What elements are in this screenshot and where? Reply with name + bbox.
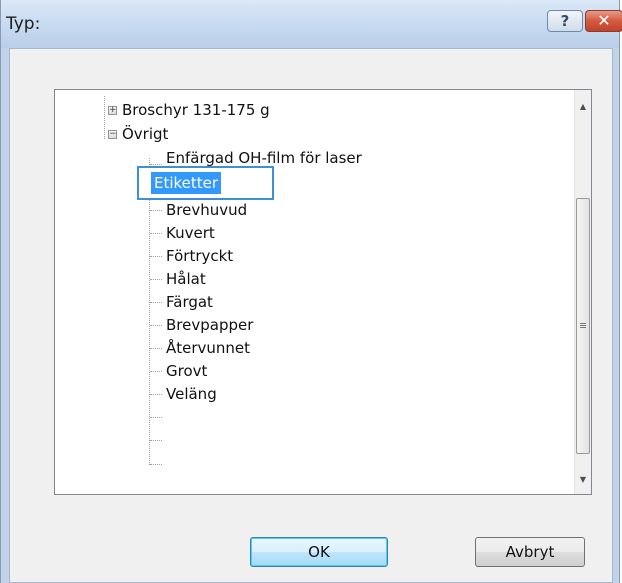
scrollbar-thumb[interactable]	[576, 198, 590, 454]
tree-line	[150, 371, 162, 372]
close-icon: ✕	[597, 11, 611, 30]
scroll-up-icon[interactable]: ▲	[575, 98, 591, 115]
tree-item-etiketter[interactable]: Etiketter	[151, 172, 222, 194]
help-button[interactable]: ?	[547, 10, 583, 32]
cancel-button[interactable]: Avbryt	[475, 537, 585, 567]
dialog-body: + Broschyr 131-175 g − Övrigt Enfärgad O…	[9, 48, 613, 583]
ok-button[interactable]: OK	[250, 537, 388, 567]
tree-item-grovt[interactable]: Grovt	[166, 360, 207, 384]
tree-item-broschyr[interactable]: Broschyr 131-175 g	[122, 99, 270, 123]
title-bar[interactable]: Typ: ? ✕	[1, 0, 622, 48]
grip-icon	[580, 323, 586, 324]
collapse-icon[interactable]: −	[108, 130, 117, 139]
tree-line	[104, 96, 105, 139]
tree-item-fargat[interactable]: Färgat	[166, 291, 213, 315]
tree-line	[150, 464, 162, 465]
tree-line	[150, 302, 162, 303]
tree-line	[150, 348, 162, 349]
tree-line	[150, 210, 162, 211]
tree-line	[150, 256, 162, 257]
expand-icon[interactable]: +	[108, 106, 117, 115]
tree-line	[150, 233, 162, 234]
tree-item-kuvert[interactable]: Kuvert	[166, 222, 215, 246]
help-icon: ?	[560, 12, 570, 30]
tree-item-ovrigt[interactable]: Övrigt	[122, 123, 168, 147]
tree-line	[150, 325, 162, 326]
tree-line	[150, 164, 162, 165]
tree-item-velang[interactable]: Veläng	[166, 383, 217, 407]
tree-item-atervunnet[interactable]: Återvunnet	[166, 337, 250, 361]
tree-item-halat[interactable]: Hålat	[166, 268, 206, 292]
tree-item-etiketter-selected[interactable]: Etiketter	[137, 166, 274, 200]
tree-item-fortryckt[interactable]: Förtryckt	[166, 245, 233, 269]
tree-line	[149, 158, 150, 465]
tree-item-brevhuvud[interactable]: Brevhuvud	[166, 199, 247, 223]
tree-line	[150, 394, 162, 395]
vertical-scrollbar[interactable]: ▲ ▼	[574, 90, 591, 494]
tree-line	[150, 417, 162, 418]
tree-line	[150, 279, 162, 280]
paper-type-tree[interactable]: + Broschyr 131-175 g − Övrigt Enfärgad O…	[54, 89, 592, 495]
close-button[interactable]: ✕	[585, 10, 622, 32]
scroll-down-icon[interactable]: ▼	[575, 471, 591, 488]
dialog-title: Typ:	[6, 14, 41, 34]
tree-line	[150, 440, 162, 441]
tree-item-brevpapper[interactable]: Brevpapper	[166, 314, 253, 338]
dialog-window: Typ: ? ✕ + Broschyr 131-175 g − Övrigt E…	[0, 0, 622, 583]
